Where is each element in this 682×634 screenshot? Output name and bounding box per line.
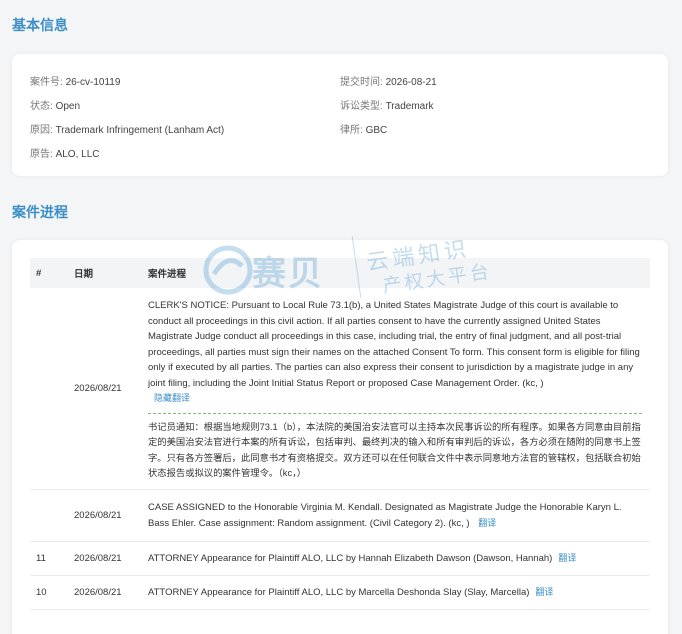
law-firm-field: 律所: GBC (340, 121, 387, 136)
case-number-label: 案件号: (30, 77, 63, 88)
header-number: # (36, 267, 42, 279)
table-header: # 日期 案件进程 (30, 258, 650, 288)
row-content: ATTORNEY Appearance for Plaintiff ALO, L… (148, 576, 650, 609)
translate-link[interactable]: 翻译 (558, 551, 576, 567)
law-firm-value: GBC (365, 125, 388, 136)
basic-info-card: 案件号: 26-cv-10119 提交时间: 2026-08-21 状态: Op… (12, 54, 668, 176)
row-number: 11 (36, 552, 46, 564)
row-date: 2026/08/21 (74, 509, 122, 521)
translation-divider (148, 412, 642, 414)
translate-link[interactable]: 翻译 (535, 585, 553, 601)
row-date: 2026/08/21 (74, 586, 122, 598)
status-value: Open (55, 101, 81, 112)
status-label: 状态: (30, 101, 53, 112)
row-content: CLERK'S NOTICE: Pursuant to Local Rule 7… (148, 288, 650, 489)
row-translation: 书记员通知：根据当地规则73.1（b），本法院的美国治安法官可以主持本次民事诉讼… (148, 421, 641, 479)
row-entry-english: ATTORNEY Appearance for Plaintiff ALO, L… (148, 586, 530, 598)
case-progress-card: # 日期 案件进程 2026/08/21 CLERK'S NOTICE: Pur… (12, 240, 668, 634)
cause-value: Trademark Infringement (Lanham Act) (55, 125, 225, 136)
cause-label: 原因: (30, 125, 53, 136)
row-number: 10 (36, 586, 47, 598)
hide-translation-link[interactable]: 隐藏翻译 (154, 393, 190, 403)
table-row: 2026/08/21 CLERK'S NOTICE: Pursuant to L… (30, 288, 650, 490)
row-content: CASE ASSIGNED to the Honorable Virginia … (148, 490, 650, 541)
row-entry-english: CASE ASSIGNED to the Honorable Virginia … (148, 502, 622, 529)
plaintiff-label: 原告: (30, 149, 53, 160)
plaintiff-value: ALO, LLC (55, 149, 100, 160)
row-date: 2026/08/21 (74, 382, 122, 394)
filed-date-value: 2026-08-21 (385, 77, 437, 88)
filed-date-label: 提交时间: (340, 77, 383, 88)
table-row: 10 2026/08/21 ATTORNEY Appearance for Pl… (30, 576, 650, 610)
basic-info-title: 基本信息 (12, 17, 68, 33)
case-type-value: Trademark (385, 101, 434, 112)
cause-field: 原因: Trademark Infringement (Lanham Act) (30, 121, 224, 136)
header-content: 案件进程 (148, 269, 187, 280)
row-number (30, 288, 74, 489)
filed-date-field: 提交时间: 2026-08-21 (340, 73, 437, 88)
law-firm-label: 律所: (340, 125, 363, 136)
row-number (30, 490, 74, 541)
case-type-label: 诉讼类型: (340, 101, 383, 112)
plaintiff-field: 原告: ALO, LLC (30, 145, 99, 160)
header-date: 日期 (74, 269, 94, 280)
case-progress-title: 案件进程 (12, 204, 68, 220)
case-number-value: 26-cv-10119 (65, 77, 121, 88)
status-field: 状态: Open (30, 97, 80, 112)
row-entry-english: ATTORNEY Appearance for Plaintiff ALO, L… (148, 552, 553, 564)
row-entry-text: CLERK'S NOTICE: Pursuant to Local Rule 7… (148, 296, 642, 407)
case-type-field: 诉讼类型: Trademark (340, 97, 434, 112)
progress-table: # 日期 案件进程 2026/08/21 CLERK'S NOTICE: Pur… (30, 258, 650, 610)
translate-link[interactable]: 翻译 (478, 518, 496, 528)
row-entry-english: CLERK'S NOTICE: Pursuant to Local Rule 7… (148, 300, 640, 389)
table-row: 11 2026/08/21 ATTORNEY Appearance for Pl… (30, 542, 650, 576)
case-number-field: 案件号: 26-cv-10119 (30, 73, 120, 88)
row-content: ATTORNEY Appearance for Plaintiff ALO, L… (148, 542, 650, 575)
table-row: 2026/08/21 CASE ASSIGNED to the Honorabl… (30, 490, 650, 542)
row-date: 2026/08/21 (74, 552, 122, 564)
